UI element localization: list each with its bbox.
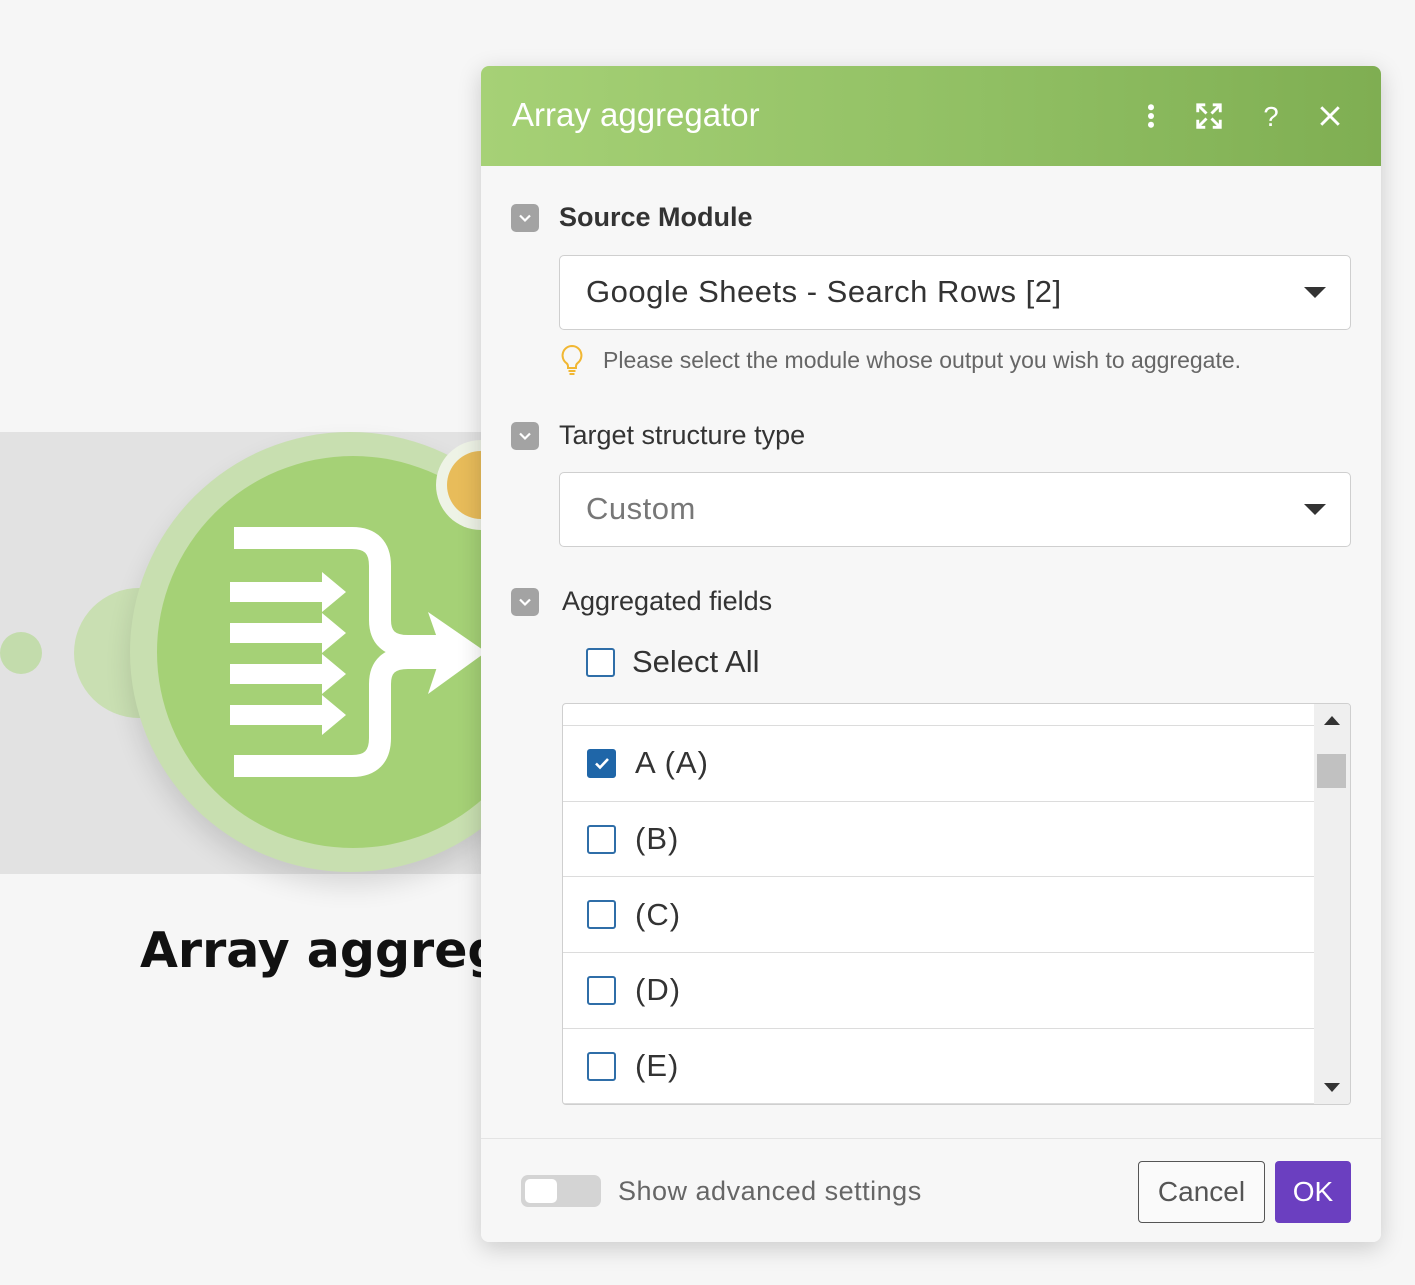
dialog-title: Array aggregator	[512, 96, 760, 133]
source-module-value: Google Sheets - Search Rows [2]	[586, 274, 1062, 309]
aggregated-fields-list: A (A) (B) (C) (D) (E)	[562, 703, 1351, 1105]
expand-icon[interactable]	[1189, 96, 1229, 136]
connector-dot[interactable]	[0, 632, 42, 674]
cancel-button[interactable]: Cancel	[1138, 1161, 1265, 1223]
list-item-label: A (A)	[635, 745, 709, 781]
chevron-down-icon	[519, 432, 531, 441]
list-item[interactable]: (C)	[563, 877, 1315, 954]
scroll-thumb[interactable]	[1317, 754, 1346, 788]
checkmark-icon	[594, 758, 609, 770]
list-item[interactable]: A (A)	[563, 726, 1315, 802]
aggregated-fields-collapse-toggle[interactable]	[511, 588, 539, 616]
dialog-header: Array aggregator ?	[481, 66, 1381, 166]
dialog-footer: Show advanced settings Cancel OK	[481, 1138, 1381, 1242]
list-item[interactable]: (E)	[563, 1029, 1315, 1104]
source-module-select[interactable]: Google Sheets - Search Rows [2]	[559, 255, 1351, 330]
checkbox[interactable]	[587, 975, 616, 1005]
source-module-hint: Please select the module whose output yo…	[559, 344, 1241, 376]
caret-down-icon	[1304, 287, 1326, 298]
checkbox[interactable]	[586, 647, 615, 677]
target-structure-select[interactable]: Custom	[559, 472, 1351, 547]
list-scrollbar[interactable]	[1314, 704, 1350, 1104]
checkbox[interactable]	[587, 1051, 616, 1081]
source-module-label: Source Module	[559, 202, 753, 232]
chevron-down-icon	[519, 214, 531, 223]
target-structure-label: Target structure type	[559, 420, 806, 450]
list-item-label: (E)	[635, 1048, 680, 1084]
module-settings-dialog: Array aggregator ? Source Module Google …	[481, 66, 1381, 1242]
lightbulb-icon	[561, 344, 583, 375]
scroll-up-arrow-icon[interactable]	[1324, 716, 1340, 725]
list-rows: A (A) (B) (C) (D) (E)	[563, 726, 1315, 1104]
scroll-down-arrow-icon[interactable]	[1324, 1083, 1340, 1092]
checkbox-checked[interactable]	[587, 748, 616, 778]
target-structure-collapse-toggle[interactable]	[511, 422, 539, 450]
target-structure-value: Custom	[586, 491, 696, 526]
source-module-collapse-toggle[interactable]	[511, 204, 539, 232]
list-item[interactable]: (D)	[563, 953, 1315, 1029]
select-all-label: Select All	[632, 644, 760, 679]
select-all-checkbox[interactable]: Select All	[586, 644, 760, 680]
checkbox[interactable]	[587, 900, 616, 930]
caret-down-icon	[1304, 504, 1326, 515]
aggregated-fields-label: Aggregated fields	[562, 586, 773, 616]
array-aggregator-icon	[230, 527, 486, 777]
help-icon[interactable]: ?	[1251, 96, 1291, 136]
svg-text:?: ?	[1263, 101, 1278, 131]
hint-text: Please select the module whose output yo…	[603, 346, 1242, 373]
advanced-settings-label: Show advanced settings	[618, 1176, 922, 1206]
ok-button[interactable]: OK	[1275, 1161, 1351, 1223]
list-item[interactable]: (B)	[563, 802, 1315, 878]
more-vertical-icon[interactable]	[1131, 96, 1171, 136]
advanced-settings-toggle[interactable]	[521, 1175, 601, 1207]
list-item-label: (B)	[635, 821, 680, 857]
toggle-knob	[525, 1179, 557, 1203]
list-item-label: (C)	[635, 896, 682, 932]
list-item-label: (D)	[635, 972, 682, 1008]
chevron-down-icon	[519, 598, 531, 607]
close-icon[interactable]	[1310, 96, 1350, 136]
checkbox[interactable]	[587, 824, 616, 854]
